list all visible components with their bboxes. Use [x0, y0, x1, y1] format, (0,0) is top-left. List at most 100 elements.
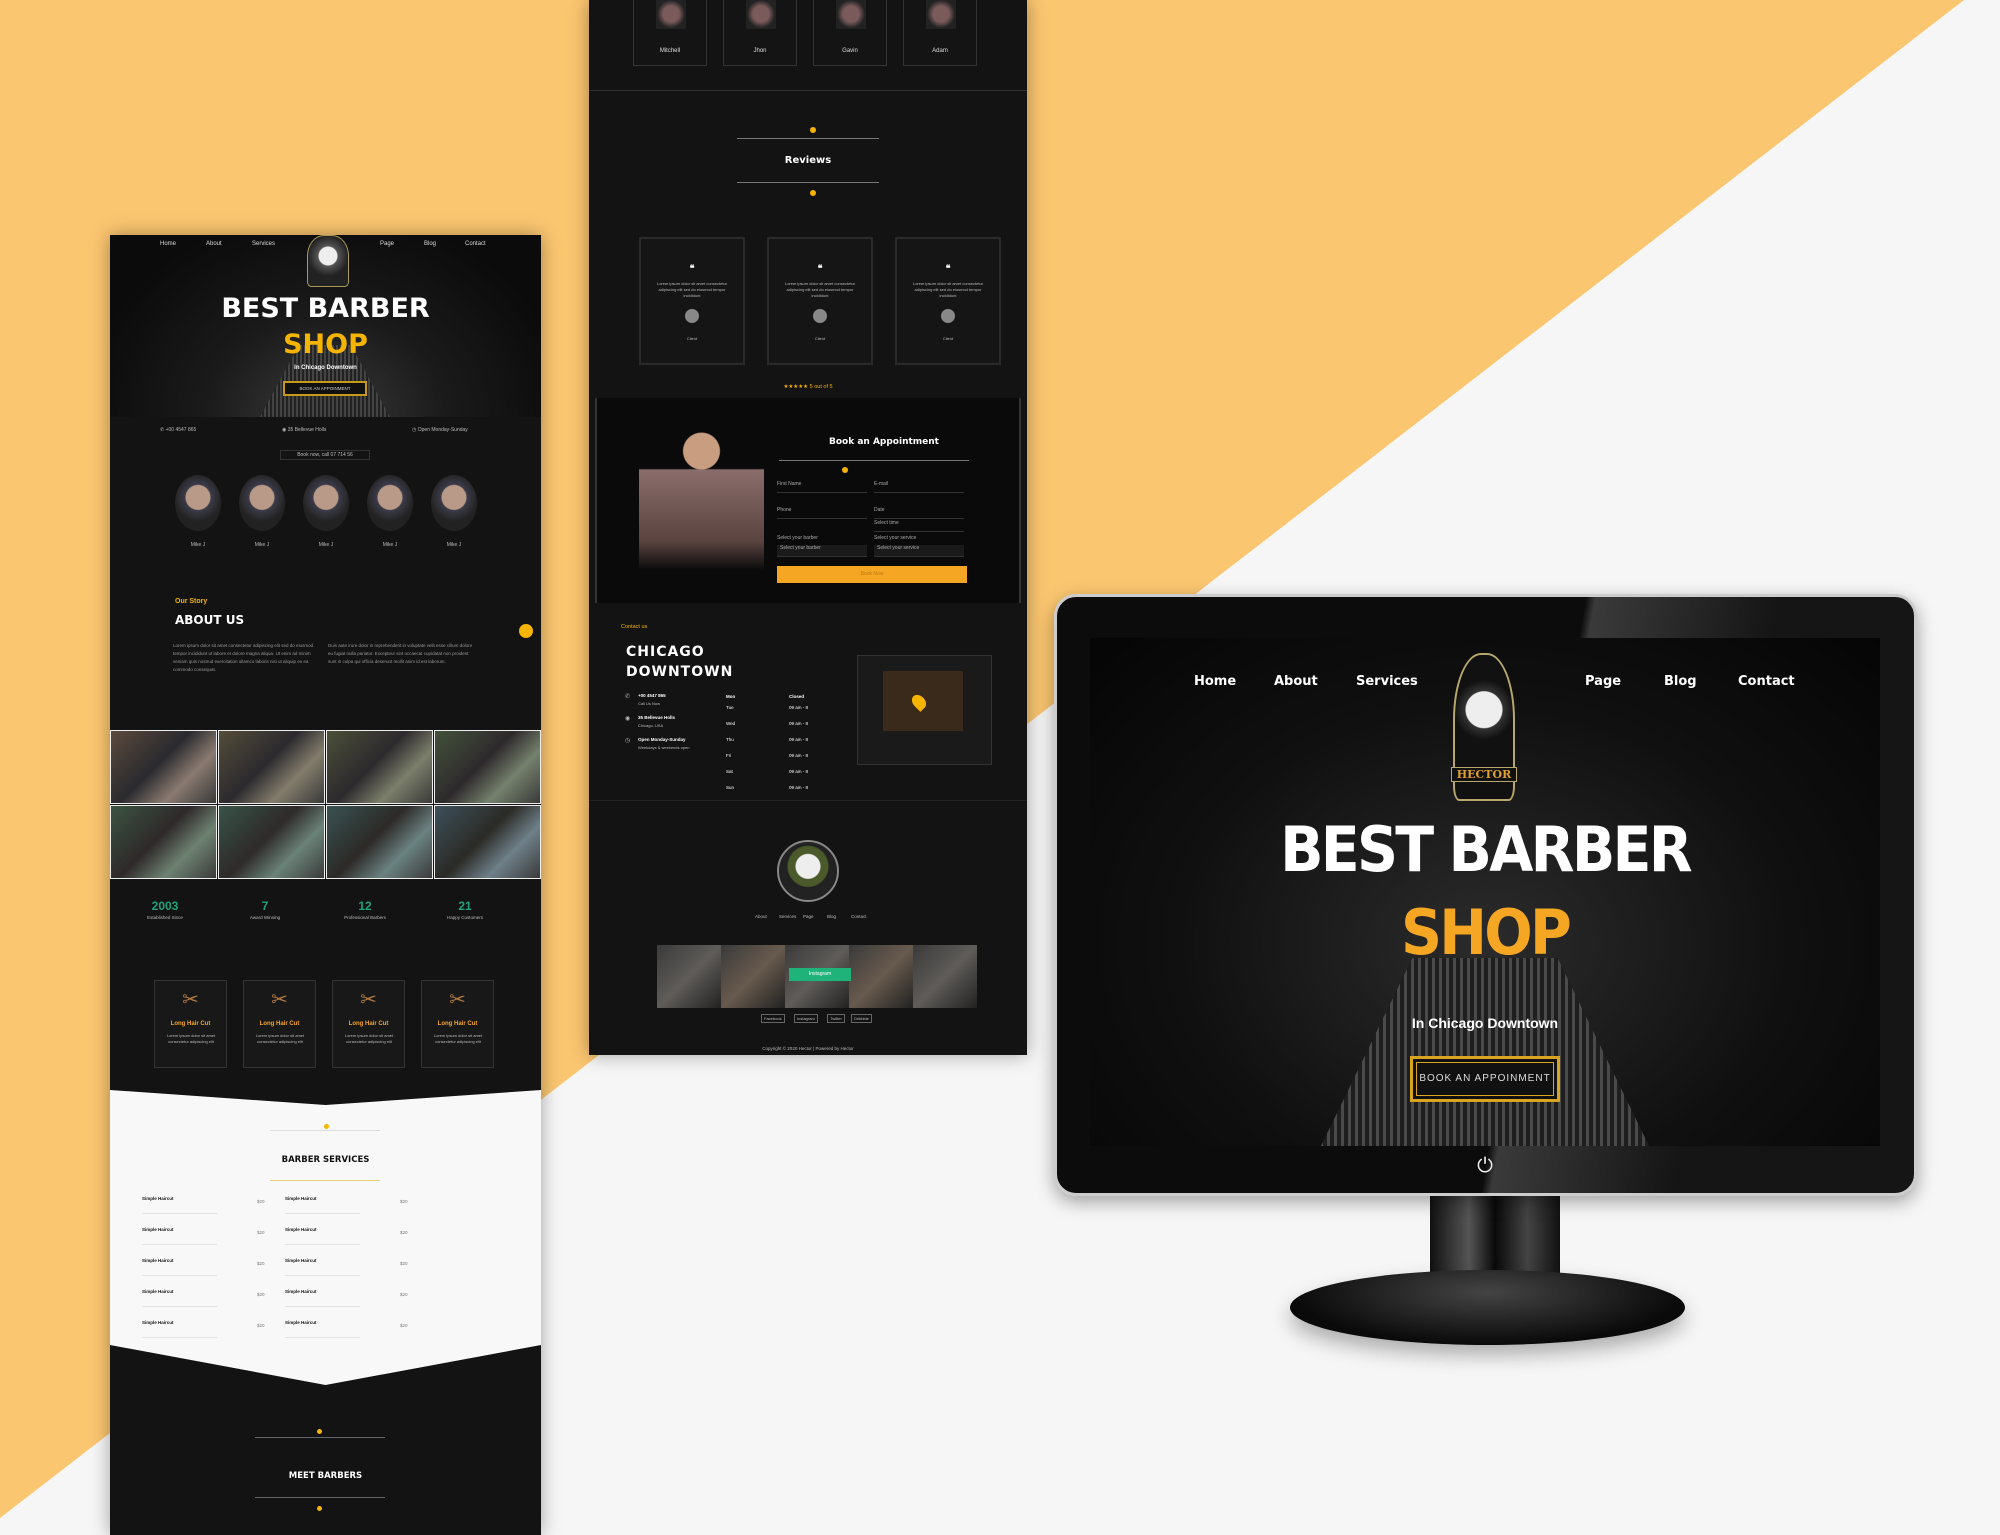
skull-logo-icon[interactable] [307, 235, 349, 287]
barber-photo [746, 0, 776, 29]
hours-day: Sat [726, 769, 733, 774]
copyright: Copyright © 2020 Hector | Powered by Hec… [762, 1046, 854, 1051]
barber-avatar[interactable] [175, 475, 221, 531]
barber-name: Mike J [318, 542, 334, 548]
nav-blog[interactable]: Blog [1664, 674, 1697, 689]
gallery-photo[interactable] [218, 805, 325, 879]
service-card[interactable]: ✂ Long Hair Cut Lorem ipsum dolor sit am… [332, 980, 405, 1068]
instagram-photo[interactable] [721, 945, 785, 1008]
call-badge[interactable]: Book now, call 07 714 56 [280, 450, 370, 460]
barber-photo [656, 0, 686, 29]
nav-home[interactable]: Home [160, 241, 176, 247]
nav-home[interactable]: Home [1194, 674, 1236, 689]
hero-title-accent: SHOP [283, 329, 368, 360]
hero-subtitle: In Chicago Downtown [294, 365, 357, 371]
instagram-photo[interactable] [657, 945, 721, 1008]
email-input[interactable]: E-mail [874, 481, 964, 493]
stat-value: 12 [358, 899, 372, 913]
footer-link[interactable]: Blog [827, 914, 836, 919]
instagram-button[interactable]: Instagram [789, 968, 851, 981]
price-divider [285, 1213, 360, 1214]
divider [255, 1437, 385, 1438]
nav-contact[interactable]: Contact [1738, 674, 1795, 689]
divider [779, 460, 969, 461]
footer-skull-logo-icon[interactable] [777, 840, 839, 902]
service-card[interactable]: ✂ Long Hair Cut Lorem ipsum dolor sit am… [243, 980, 316, 1068]
hours-day: Thu [726, 737, 734, 742]
nav-contact[interactable]: Contact [465, 241, 486, 247]
barber-avatar[interactable] [431, 475, 477, 531]
service-select[interactable]: Select your service [874, 545, 964, 557]
power-icon[interactable]: ⏻ [1473, 1155, 1497, 1178]
instagram-photo[interactable] [849, 945, 913, 1008]
about-kicker: Our Story [175, 598, 208, 605]
contact-icon: ✆ [625, 694, 631, 700]
hours-day: Fri [726, 753, 732, 758]
stat-value: 2003 [151, 899, 179, 913]
nav-blog[interactable]: Blog [424, 241, 436, 247]
service-card-text: Lorem ipsum dolor sit amet consectetur a… [166, 1033, 216, 1044]
gallery-photo[interactable] [110, 730, 217, 804]
price-item-price: $20 [400, 1261, 408, 1266]
gallery-photo[interactable] [218, 730, 325, 804]
gallery-photo[interactable] [326, 730, 433, 804]
service-card[interactable]: ✂ Long Hair Cut Lorem ipsum dolor sit am… [421, 980, 494, 1068]
nav-about[interactable]: About [1274, 674, 1318, 689]
monitor-screen: Home About Services Page Blog Contact HE… [1090, 638, 1880, 1146]
book-now-button[interactable]: Book Now [777, 566, 967, 583]
team-card[interactable]: Mitchell [633, 0, 707, 66]
social-link[interactable]: Dribbble [851, 1014, 872, 1023]
monitor-stand-base [1290, 1270, 1685, 1345]
scissors-icon: ✂ [271, 989, 288, 1011]
footer-link[interactable]: Contact [851, 914, 867, 919]
gallery-photo[interactable] [326, 805, 433, 879]
team-card[interactable]: Adam [903, 0, 977, 66]
price-item-name: Simple Haircut [285, 1320, 317, 1325]
scroll-top-dot[interactable] [519, 624, 533, 638]
nav-page[interactable]: Page [1585, 674, 1621, 689]
gallery-photo[interactable] [434, 805, 541, 879]
phone-input[interactable]: Phone [777, 507, 867, 519]
nav-services[interactable]: Services [1356, 674, 1418, 689]
date-input[interactable]: Date [874, 507, 964, 519]
gallery-photo[interactable] [434, 730, 541, 804]
review-text: Lorem ipsum dolor sit amet consectetur a… [784, 281, 856, 298]
divider-dot [317, 1429, 322, 1434]
service-card[interactable]: ✂ Long Hair Cut Lorem ipsum dolor sit am… [154, 980, 227, 1068]
team-card[interactable]: Jhon [723, 0, 797, 66]
book-appointment-button[interactable]: BOOK AN APPOINMENT [283, 381, 367, 396]
nav-services[interactable]: Services [252, 241, 275, 247]
team-name: Adam [932, 48, 948, 54]
hours-time: 09 am - 8 [789, 785, 809, 790]
nav-page[interactable]: Page [380, 241, 394, 247]
social-link[interactable]: Instagram [794, 1014, 818, 1023]
hector-skull-logo-icon[interactable]: HECTOR [1451, 653, 1517, 801]
price-item-name: Simple Haircut [142, 1258, 174, 1263]
social-link[interactable]: Facebook [761, 1014, 785, 1023]
footer-link[interactable]: Services [779, 914, 796, 919]
homepage-long-preview: Home About Services Page Blog Contact BE… [110, 235, 541, 1535]
book-appointment-button[interactable]: BOOK AN APPOINMENT [1410, 1056, 1560, 1102]
map[interactable] [857, 655, 992, 765]
contact-phone: +00 4547 865 [638, 693, 666, 698]
scissors-icon: ✂ [449, 989, 466, 1011]
nav-about[interactable]: About [206, 241, 222, 247]
rating-summary: ★★★★★ 5 out of 5 [783, 384, 833, 390]
info-phone: ✆ +00 4547 865 [160, 427, 196, 433]
team-card[interactable]: Gavin [813, 0, 887, 66]
instagram-photo[interactable] [913, 945, 977, 1008]
team-name: Gavin [842, 48, 858, 54]
barber-avatar[interactable] [239, 475, 285, 531]
barber-avatar[interactable] [303, 475, 349, 531]
gallery-photo[interactable] [110, 805, 217, 879]
footer-link[interactable]: Page [803, 914, 814, 919]
time-input[interactable]: Select time [874, 520, 964, 532]
barber-select[interactable]: Select your barber [777, 545, 867, 557]
social-link[interactable]: Twitter [827, 1014, 845, 1023]
info-address: ◉ 35 Bellevue Holls [282, 427, 326, 433]
footer-link[interactable]: About [755, 914, 767, 919]
divider [270, 1180, 380, 1181]
info-hours: ◷ Open Monday-Sunday [412, 427, 468, 433]
barber-avatar[interactable] [367, 475, 413, 531]
first-name-input[interactable]: First Name [777, 481, 867, 493]
